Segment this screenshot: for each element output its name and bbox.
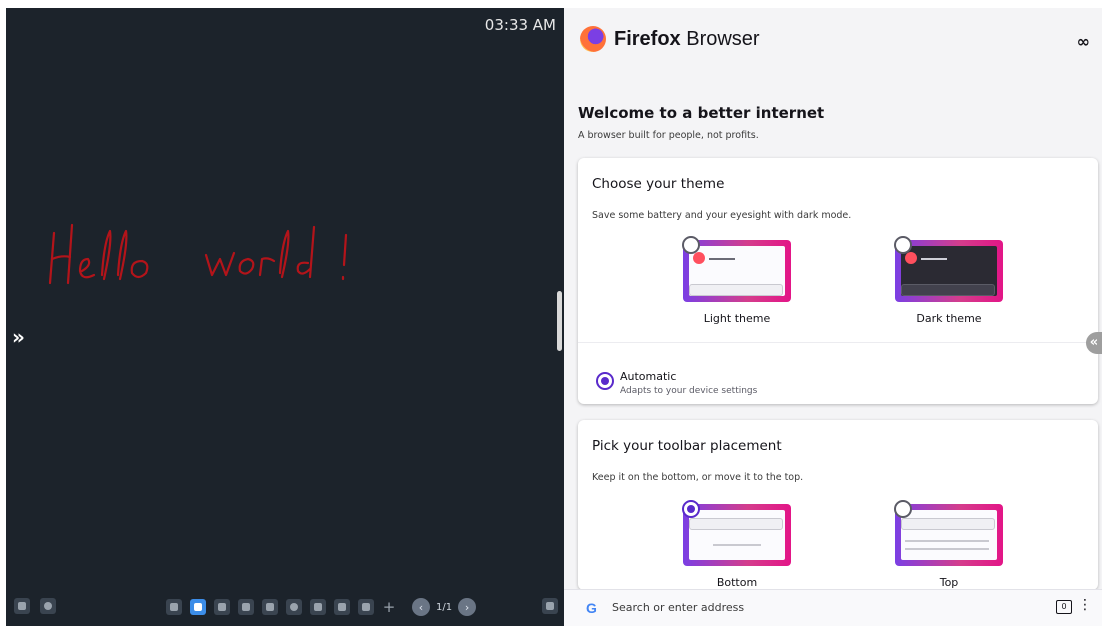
light-theme-option[interactable]: Light theme <box>672 236 802 325</box>
page-list-icon[interactable] <box>542 598 558 614</box>
toolbar-top-radio[interactable] <box>894 500 912 518</box>
divider <box>578 342 1098 343</box>
automatic-theme-label: Automatic <box>620 370 677 383</box>
toolbar-bottom-label: Bottom <box>716 576 758 589</box>
drawing-toolbar: + ‹ 1/1 › <box>166 598 477 616</box>
toolbar-top-option[interactable]: Top <box>884 500 1014 589</box>
dark-theme-label: Dark theme <box>916 312 982 325</box>
toolbar-bottom-option[interactable]: Bottom <box>672 500 802 589</box>
address-toolbar: G Search or enter address 0 ⋮ <box>564 589 1102 626</box>
firefox-header: Firefox Browser <box>580 26 760 52</box>
private-mode-icon[interactable]: ∞ <box>1077 32 1090 51</box>
page-subtitle: A browser built for people, not profits. <box>578 130 759 141</box>
light-theme-preview <box>683 240 791 302</box>
lasso-select-icon[interactable] <box>238 599 254 615</box>
toolbar-placement-card: Pick your toolbar placement Keep it on t… <box>578 420 1098 590</box>
handwriting-ink <box>48 223 348 285</box>
toolbar-bottom-radio[interactable] <box>682 500 700 518</box>
theme-card: Choose your theme Save some battery and … <box>578 158 1098 404</box>
automatic-theme-sublabel: Adapts to your device settings <box>620 386 758 396</box>
page-title: Welcome to a better internet <box>578 104 825 122</box>
add-page-icon[interactable]: + <box>382 599 396 615</box>
settings-icon[interactable] <box>40 598 56 614</box>
toolbar-card-title: Pick your toolbar placement <box>592 438 782 454</box>
firefox-brand-title: Firefox Browser <box>614 27 760 50</box>
page-indicator: 1/1 <box>436 601 453 613</box>
prev-page-icon[interactable]: ‹ <box>412 598 430 616</box>
light-theme-label: Light theme <box>703 312 771 325</box>
whiteboard-canvas[interactable]: 03:33 AM » + ‹ 1/1 › <box>6 8 564 626</box>
eraser-icon[interactable] <box>214 599 230 615</box>
firefox-logo-icon <box>580 26 606 52</box>
next-page-icon[interactable]: › <box>458 598 477 616</box>
scissors-icon[interactable] <box>334 599 350 615</box>
split-divider-handle[interactable] <box>557 291 562 351</box>
address-input[interactable]: Search or enter address <box>612 601 744 614</box>
collapse-side-tab[interactable]: « <box>1086 332 1102 354</box>
firefox-panel: Firefox Browser ∞ Welcome to a better in… <box>564 8 1102 626</box>
dark-theme-radio[interactable] <box>894 236 912 254</box>
google-search-icon: G <box>586 600 597 616</box>
shapes-icon[interactable] <box>286 599 302 615</box>
image-insert-icon[interactable] <box>262 599 278 615</box>
theme-card-subtitle: Save some battery and your eyesight with… <box>592 210 852 221</box>
dark-theme-option[interactable]: Dark theme <box>884 236 1014 325</box>
text-box-icon[interactable] <box>310 599 326 615</box>
left-toolbar <box>14 598 56 614</box>
screen: 03:33 AM » + ‹ 1/1 › Firefox Browser ∞ W… <box>6 8 1102 626</box>
automatic-theme-radio[interactable] <box>596 372 614 390</box>
share-icon[interactable] <box>358 599 374 615</box>
select-hand-icon[interactable] <box>166 599 182 615</box>
page-navigator: ‹ 1/1 › <box>412 598 477 616</box>
clock: 03:33 AM <box>484 16 556 34</box>
dark-theme-preview <box>895 240 1003 302</box>
toolbar-card-subtitle: Keep it on the bottom, or move it to the… <box>592 472 804 483</box>
toolbar-bottom-preview <box>683 504 791 566</box>
expand-panel-button[interactable]: » <box>12 326 34 348</box>
theme-card-title: Choose your theme <box>592 176 725 192</box>
menu-grid-icon[interactable] <box>14 598 30 614</box>
overflow-menu-icon[interactable]: ⋮ <box>1078 598 1092 612</box>
toolbar-top-preview <box>895 504 1003 566</box>
pen-tool-icon[interactable] <box>190 599 206 615</box>
toolbar-top-label: Top <box>939 576 959 589</box>
light-theme-radio[interactable] <box>682 236 700 254</box>
tabs-counter-button[interactable]: 0 <box>1056 600 1072 614</box>
